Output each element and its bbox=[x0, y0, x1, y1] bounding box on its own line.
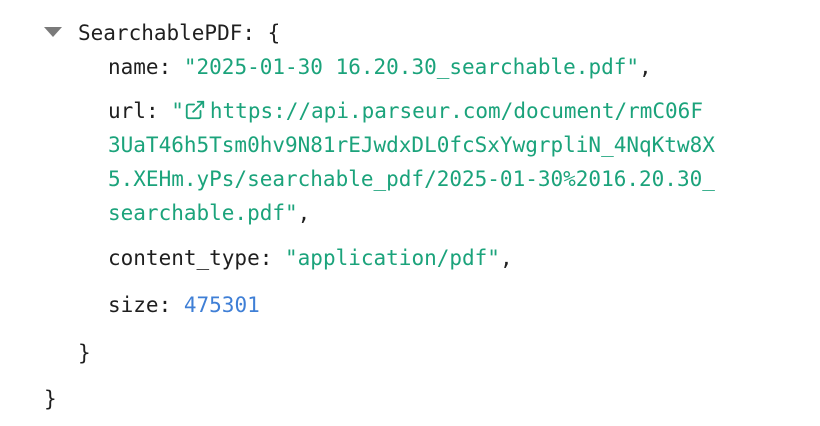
object-close-brace: } bbox=[78, 341, 91, 365]
url-link-line-2[interactable]: 3UaT46h5Tsm0hv9N81rEJwdxDL0fcSxYwgrpliN_… bbox=[108, 133, 715, 157]
field-content-type-value: "application/pdf" bbox=[285, 246, 500, 270]
url-row-4: searchable.pdf", bbox=[108, 196, 808, 230]
field-name: name: "2025-01-30 16.20.30_searchable.pd… bbox=[108, 52, 652, 82]
field-size: size: 475301 bbox=[108, 290, 260, 320]
url-quote-open: " bbox=[171, 99, 184, 123]
field-url: url: " https://api.parseur.com/document/r… bbox=[108, 94, 808, 230]
object-header: SearchablePDF: { bbox=[78, 18, 280, 48]
field-name-key: name bbox=[108, 55, 159, 79]
colon: : bbox=[158, 293, 184, 317]
comma: , bbox=[499, 246, 513, 270]
url-row-1: url: " https://api.parseur.com/document/r… bbox=[108, 94, 808, 128]
colon: : bbox=[145, 99, 172, 123]
object-open-brace: : { bbox=[242, 21, 281, 45]
field-url-key: url bbox=[108, 99, 146, 123]
outer-close-brace: } bbox=[44, 387, 57, 411]
object-key: SearchablePDF bbox=[78, 21, 243, 45]
field-content-type: content_type: "application/pdf", bbox=[108, 243, 513, 273]
colon: : bbox=[259, 246, 286, 270]
external-link-icon[interactable] bbox=[184, 99, 206, 121]
comma: , bbox=[297, 201, 311, 225]
field-size-value: 475301 bbox=[183, 293, 260, 317]
colon: : bbox=[158, 55, 184, 79]
url-link-line-3[interactable]: 5.XEHm.yPs/searchable_pdf/2025-01-30%201… bbox=[108, 167, 715, 191]
comma: , bbox=[639, 55, 652, 79]
collapse-toggle-icon[interactable] bbox=[44, 27, 62, 37]
url-row-3: 5.XEHm.yPs/searchable_pdf/2025-01-30%201… bbox=[108, 162, 808, 196]
field-size-key: size bbox=[108, 293, 159, 317]
field-name-value: "2025-01-30 16.20.30_searchable.pdf" bbox=[183, 55, 640, 79]
url-link-line-4[interactable]: searchable.pdf bbox=[108, 201, 285, 225]
url-quote-close: " bbox=[285, 201, 298, 225]
url-link-line-1[interactable]: https://api.parseur.com/document/rmC06F bbox=[210, 99, 703, 123]
field-content-type-key: content_type bbox=[108, 246, 260, 270]
url-row-2: 3UaT46h5Tsm0hv9N81rEJwdxDL0fcSxYwgrpliN_… bbox=[108, 128, 808, 162]
